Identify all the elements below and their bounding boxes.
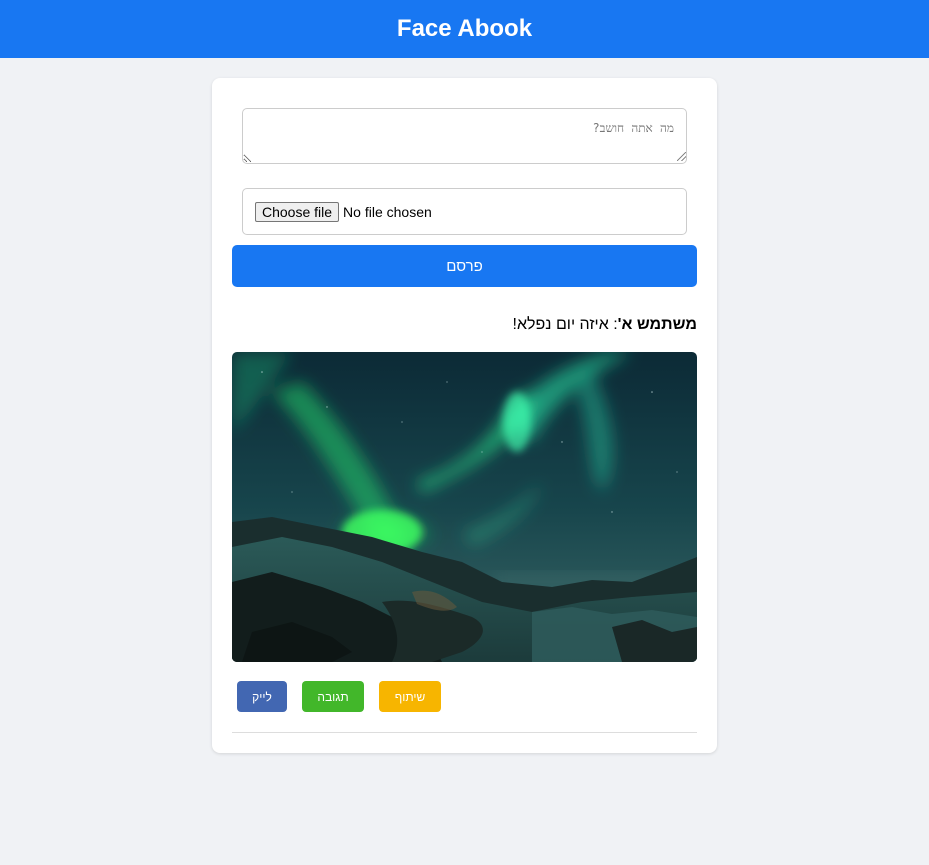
choose-file-button[interactable]: Choose file bbox=[255, 201, 340, 222]
file-picker: Choose file No file chosen bbox=[242, 188, 687, 235]
post-actions: לייק תגובה שיתוף bbox=[237, 681, 441, 712]
post-divider bbox=[232, 732, 697, 733]
post-content: משתמש א': איזה יום נפלא! bbox=[232, 316, 697, 334]
post-text-input[interactable] bbox=[242, 108, 687, 164]
like-button[interactable]: לייק bbox=[237, 681, 287, 712]
file-status-text: No file chosen bbox=[343, 203, 432, 220]
app-title: Face Abook bbox=[396, 15, 533, 42]
post-body: איזה יום נפלא! bbox=[512, 316, 614, 333]
feed-card: Choose file No file chosen פרסם משתמש א'… bbox=[212, 78, 717, 753]
top-bar: Face Abook bbox=[0, 0, 929, 58]
publish-button[interactable]: פרסם bbox=[232, 245, 697, 287]
post-author: משתמש א' bbox=[617, 316, 697, 333]
comment-button[interactable]: תגובה bbox=[302, 681, 364, 712]
share-button[interactable]: שיתוף bbox=[379, 681, 441, 712]
aurora-photo-icon bbox=[232, 352, 697, 662]
post-image bbox=[232, 352, 697, 662]
